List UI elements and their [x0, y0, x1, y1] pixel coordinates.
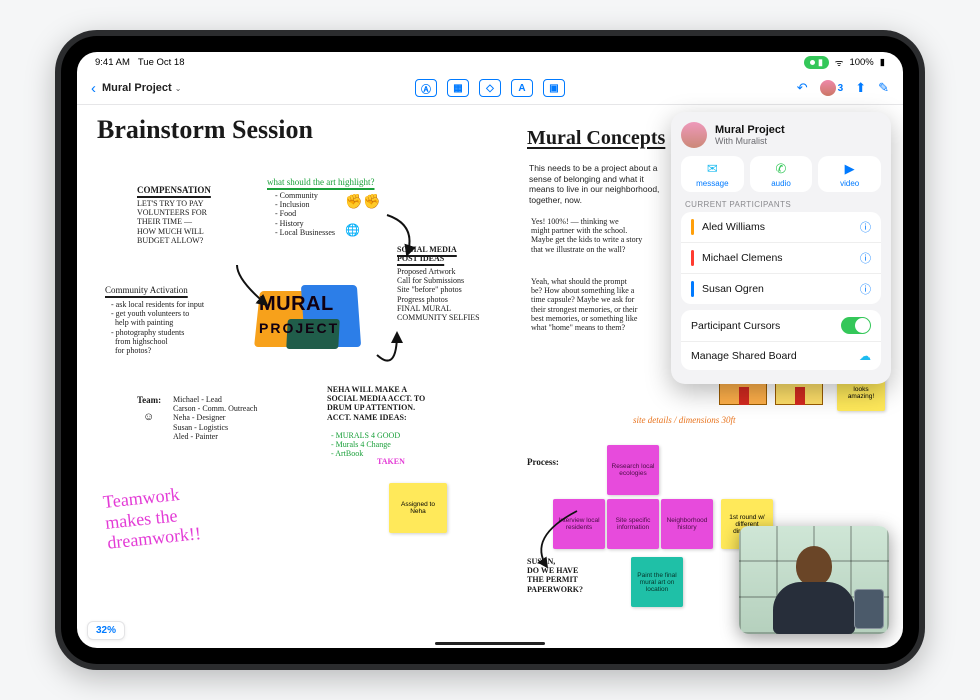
team-heading: Team:: [137, 395, 161, 405]
facetime-participant: [767, 546, 861, 634]
manage-board-row[interactable]: Manage Shared Board☁︎: [681, 342, 881, 370]
sticky-research[interactable]: Research local ecologies: [607, 445, 659, 495]
sticky-interview[interactable]: Interview local residents: [553, 499, 605, 549]
acct-ideas: - MURALS 4 GOOD - Murals 4 Change - ArtB…: [331, 431, 400, 459]
info-icon[interactable]: ⓘ: [860, 250, 871, 266]
status-date: Tue Oct 18: [138, 57, 185, 68]
sticky-sitespec[interactable]: Site specific information: [607, 499, 659, 549]
ipad-bezel: 9:41 AM Tue Oct 18 ▮ ᯤ 100% ▮ ‹ Mural Pr…: [61, 36, 919, 664]
participant-row[interactable]: Michael Clemensⓘ: [681, 243, 881, 274]
video-icon: ▶: [845, 161, 855, 177]
site-details-note: site details / dimensions 30ft: [633, 415, 736, 425]
susan-permit-note: SUSAN, DO WE HAVE THE PERMIT PAPERWORK?: [527, 557, 583, 594]
battery-icon: ▮: [880, 57, 885, 68]
tool-media[interactable]: ▣: [543, 79, 565, 97]
popover-title: Mural Project: [715, 124, 785, 136]
heading-mural-concepts: Mural Concepts: [527, 127, 665, 150]
globe-icon: 🌐: [345, 223, 360, 237]
undo-button[interactable]: ↶: [797, 80, 808, 96]
share-button[interactable]: ⬆︎: [855, 80, 866, 96]
highlight-heading: what should the art highlight?: [267, 177, 374, 187]
audio-button[interactable]: ✆audio: [750, 156, 813, 192]
community-heading: Community Activation: [105, 285, 188, 295]
cloud-icon: ☁︎: [859, 349, 871, 363]
info-icon[interactable]: ⓘ: [860, 281, 871, 297]
compensation-body: LET'S TRY TO PAY VOLUNTEERS FOR THEIR TI…: [137, 199, 207, 245]
tool-sticky[interactable]: ▦: [447, 79, 469, 97]
team-body: Michael - Lead Carson - Comm. Outreach N…: [173, 395, 257, 441]
tool-pen[interactable]: Ⓐ: [415, 79, 437, 97]
acct-taken: TAKEN: [377, 457, 405, 466]
zoom-level[interactable]: 32%: [87, 621, 125, 640]
tool-picker: Ⓐ ▦ ◇ A ▣: [415, 79, 565, 97]
participant-row[interactable]: Susan Ogrenⓘ: [681, 274, 881, 304]
post-ideas-heading: SOCIAL MEDIA POST IDEAS: [397, 245, 457, 263]
sticky-assigned-neha[interactable]: Assigned to Neha: [389, 483, 447, 533]
highlight-list: - Community - Inclusion - Food - History…: [275, 191, 335, 237]
status-bar: 9:41 AM Tue Oct 18 ▮ ᯤ 100% ▮: [77, 52, 903, 72]
fist-icon-1: ✊: [345, 193, 362, 210]
home-indicator[interactable]: [435, 642, 545, 645]
document-title[interactable]: Mural Project: [102, 82, 172, 94]
fist-icon-2: ✊: [363, 193, 380, 210]
compensation-heading: COMPENSATION: [137, 185, 211, 195]
sticky-final[interactable]: Paint the final mural art on location: [631, 557, 683, 607]
info-icon[interactable]: ⓘ: [860, 219, 871, 235]
app-toolbar: ‹ Mural Project ⌄ Ⓐ ▦ ◇ A ▣ ↶ 3 ⬆︎ ✎: [77, 72, 903, 104]
facetime-pip[interactable]: [739, 526, 889, 634]
heading-brainstorm: Brainstorm Session: [97, 115, 313, 145]
back-button[interactable]: ‹: [91, 80, 96, 97]
participants-button[interactable]: 3: [820, 80, 844, 96]
popover-avatar-icon: [681, 122, 707, 148]
post-ideas-body: Proposed Artwork Call for Submissions Si…: [397, 267, 480, 322]
participant-row[interactable]: Aled Williamsⓘ: [681, 212, 881, 243]
status-time: 9:41 AM: [95, 57, 130, 68]
facetime-indicator[interactable]: ▮: [804, 56, 829, 69]
facetime-self-view[interactable]: [854, 589, 884, 629]
collaboration-popover: Mural Project With Muralist ✉︎message ✆a…: [671, 112, 891, 384]
message-button[interactable]: ✉︎message: [681, 156, 744, 192]
chevron-down-icon[interactable]: ⌄: [175, 84, 182, 93]
participants-list: Aled Williamsⓘ Michael Clemensⓘ Susan Og…: [681, 212, 881, 304]
smiley-icon: ☺: [143, 411, 154, 423]
phone-icon: ✆: [776, 161, 787, 177]
popover-subtitle: With Muralist: [715, 136, 785, 146]
tool-shape[interactable]: ◇: [479, 79, 501, 97]
screen: 9:41 AM Tue Oct 18 ▮ ᯤ 100% ▮ ‹ Mural Pr…: [77, 52, 903, 648]
participants-section-label: CURRENT PARTICIPANTS: [685, 200, 877, 209]
wifi-icon: ᯤ: [835, 56, 844, 69]
community-body: - ask local residents for input - get yo…: [111, 300, 204, 355]
tool-text[interactable]: A: [511, 79, 533, 97]
compose-button[interactable]: ✎: [878, 80, 889, 96]
video-button[interactable]: ▶video: [818, 156, 881, 192]
ipad-frame: 9:41 AM Tue Oct 18 ▮ ᯤ 100% ▮ ‹ Mural Pr…: [55, 30, 925, 670]
battery-percent: 100%: [849, 57, 873, 68]
cursors-toggle[interactable]: [841, 317, 871, 334]
process-heading: Process:: [527, 457, 559, 467]
avatar-icon: [820, 80, 836, 96]
sticky-neighborhood[interactable]: Neighborhood history: [661, 499, 713, 549]
acct-body: NEHA WILL MAKE A SOCIAL MEDIA ACCT. TO D…: [327, 385, 425, 422]
message-icon: ✉︎: [707, 161, 718, 177]
mural-project-logo: MURALPROJECT: [257, 285, 377, 365]
participant-count: 3: [838, 83, 844, 94]
teamwork-note: Teamwork makes the dreamwork!!: [102, 482, 202, 554]
participant-cursors-row[interactable]: Participant Cursors: [681, 310, 881, 342]
